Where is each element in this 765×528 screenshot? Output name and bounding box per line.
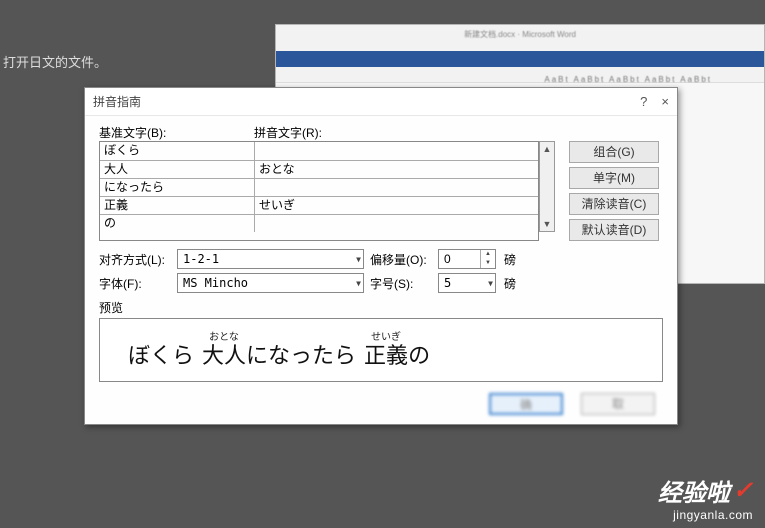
size-unit: 磅	[504, 275, 516, 292]
ruby-cell[interactable]: おとな	[255, 161, 538, 178]
base-ruby-grid: ぼくら 大人 おとな になったら 正義 せいぎ の	[99, 141, 539, 241]
watermark-brand: 经验啦	[658, 473, 730, 508]
offset-spinner[interactable]: 0 ▲ ▼	[438, 249, 496, 269]
chevron-down-icon: ▼	[488, 279, 493, 288]
chevron-down-icon: ▼	[356, 279, 361, 288]
default-reading-button[interactable]: 默认读音(D)	[569, 219, 659, 241]
base-cell[interactable]: になったら	[100, 179, 255, 196]
label-size: 字号(S):	[370, 275, 432, 292]
dialog-titlebar: 拼音指南 ? ×	[85, 88, 677, 116]
spin-up-icon[interactable]: ▲	[481, 250, 495, 259]
preview-base: 大人	[202, 343, 246, 369]
base-cell[interactable]: 正義	[100, 197, 255, 214]
help-icon[interactable]: ?	[640, 94, 647, 109]
table-row: 大人 おとな	[100, 160, 538, 178]
scroll-up-icon[interactable]: ▲	[543, 142, 552, 156]
preview-base: 正義	[364, 343, 408, 369]
label-ruby-text: 拼音文字(R):	[254, 124, 322, 141]
check-icon: ✓	[733, 476, 753, 505]
word-window-title: 新建文档.docx · Microsoft Word	[464, 29, 576, 40]
ruby-cell[interactable]	[255, 179, 538, 196]
alignment-select[interactable]: 1-2-1 ▼	[177, 249, 364, 269]
size-value: 5	[444, 276, 488, 290]
size-select[interactable]: 5 ▼	[438, 273, 496, 293]
ruby-cell[interactable]: せいぎ	[255, 197, 538, 214]
preview-base: の	[408, 343, 430, 369]
combine-button[interactable]: 组合(G)	[569, 141, 659, 163]
watermark-url: jingyanla.com	[673, 508, 753, 522]
font-select[interactable]: MS Mincho ▼	[177, 273, 364, 293]
word-style-gallery: AaBt AaBbt AaBbt AaBbt AaBbt	[544, 75, 712, 84]
table-row: ぼくら	[100, 142, 538, 160]
preview-ruby: せいぎ	[371, 332, 401, 343]
ok-button[interactable]: 确	[489, 393, 563, 415]
table-row: の	[100, 214, 538, 232]
spin-down-icon[interactable]: ▼	[481, 259, 495, 268]
ruby-cell[interactable]	[255, 215, 538, 232]
font-value: MS Mincho	[183, 276, 356, 290]
offset-value: 0	[439, 252, 480, 266]
grid-scrollbar[interactable]: ▲ ▼	[539, 141, 555, 232]
base-cell[interactable]: の	[100, 215, 255, 232]
preview-box: ぼくら おとな 大人 になったら せいぎ 正義	[99, 318, 663, 382]
dialog-content: 基准文字(B): 拼音文字(R): ぼくら 大人 おとな になったら 正義	[85, 116, 677, 390]
alignment-value: 1-2-1	[183, 252, 356, 266]
base-cell[interactable]: 大人	[100, 161, 255, 178]
table-row: になったら	[100, 178, 538, 196]
base-cell[interactable]: ぼくら	[100, 142, 255, 160]
offset-unit: 磅	[504, 251, 516, 268]
phonetic-guide-dialog: 拼音指南 ? × 基准文字(B): 拼音文字(R): ぼくら 大人 おとな にな	[84, 87, 678, 425]
label-preview: 预览	[99, 299, 663, 316]
label-font: 字体(F):	[99, 275, 171, 292]
preview-ruby: おとな	[209, 332, 239, 343]
chevron-down-icon: ▼	[356, 255, 361, 264]
label-offset: 偏移量(O):	[370, 251, 432, 268]
word-quick-access	[276, 51, 764, 67]
cancel-button[interactable]: 取	[581, 393, 655, 415]
ruby-cell[interactable]	[255, 142, 538, 160]
preview-base: ぼくら	[128, 343, 194, 369]
scroll-down-icon[interactable]: ▼	[543, 217, 552, 231]
preview-base: になったら	[246, 343, 356, 369]
label-base-text: 基准文字(B):	[99, 124, 254, 141]
background-text: 打开日文的文件。	[3, 52, 107, 71]
label-alignment: 对齐方式(L):	[99, 251, 171, 268]
watermark: 经验啦 ✓ jingyanla.com	[658, 473, 753, 522]
table-row: 正義 せいぎ	[100, 196, 538, 214]
dialog-title: 拼音指南	[93, 93, 141, 110]
clear-reading-button[interactable]: 清除读音(C)	[569, 193, 659, 215]
close-icon[interactable]: ×	[661, 94, 669, 109]
single-char-button[interactable]: 单字(M)	[569, 167, 659, 189]
